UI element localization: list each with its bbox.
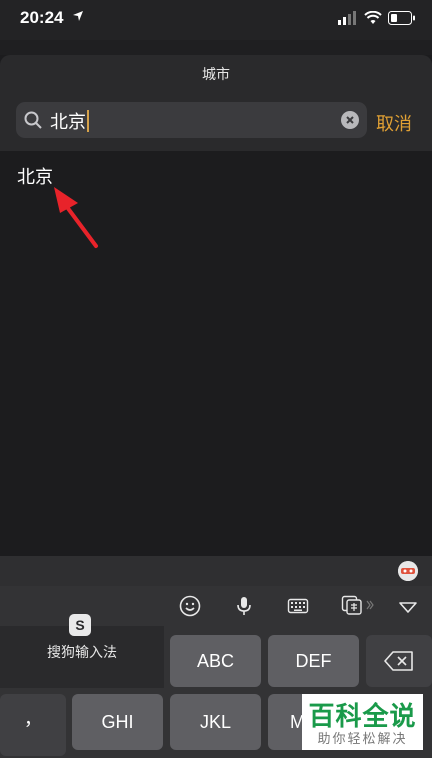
sheet-title: 城市: [202, 67, 230, 83]
cancel-button[interactable]: 取消: [376, 110, 412, 136]
annotation-arrow-icon: [54, 187, 98, 248]
microphone-icon[interactable]: [233, 595, 255, 617]
search-input[interactable]: 北京: [16, 102, 367, 138]
emoji-icon[interactable]: [179, 595, 201, 617]
translate-icon[interactable]: [341, 594, 375, 616]
backspace-icon: [384, 651, 413, 671]
backdrop: [0, 40, 432, 55]
status-indicators: [338, 11, 416, 25]
key-abc[interactable]: ABC: [170, 635, 261, 687]
search-value: 北京: [50, 112, 86, 133]
text-caret: [87, 110, 89, 132]
keyboard-layout-icon[interactable]: [287, 595, 309, 617]
delete-button[interactable]: [366, 635, 432, 687]
watermark-logo: 百科全说 助你轻松解决: [302, 694, 423, 750]
signal-icon: [338, 11, 356, 25]
search-value-wrap: 北京: [50, 108, 89, 134]
sogou-logo-icon: S: [69, 614, 91, 636]
mascot-icon[interactable]: [398, 561, 418, 581]
key-ghi[interactable]: GHI: [72, 694, 163, 750]
location-arrow-icon: [73, 11, 83, 21]
clear-icon[interactable]: [341, 111, 359, 129]
status-time: 20:24: [20, 8, 64, 27]
list-item[interactable]: 北京: [17, 163, 53, 189]
chevron-down-icon[interactable]: [397, 596, 419, 618]
key-def[interactable]: DEF: [268, 635, 359, 687]
status-bar: 20:24: [0, 0, 432, 40]
keyboard-top-strip: [0, 556, 432, 586]
search-icon: [24, 111, 42, 129]
city-search-sheet: 城市 北京 取消: [0, 55, 432, 151]
key-jkl[interactable]: JKL: [170, 694, 261, 750]
battery-icon: [388, 11, 415, 25]
watermark-subtitle: 助你轻松解决: [317, 732, 408, 747]
key-comma[interactable]: ，: [0, 694, 66, 756]
ime-label: 搜狗输入法: [47, 645, 117, 661]
results-list: 北京: [0, 151, 432, 556]
wifi-icon: [364, 11, 382, 24]
